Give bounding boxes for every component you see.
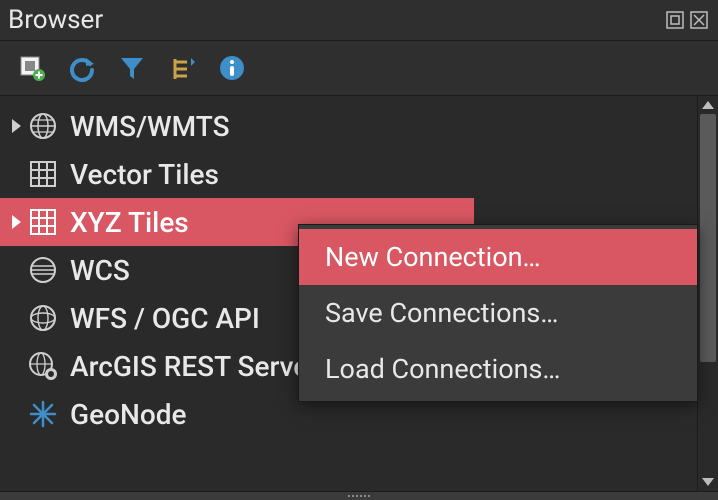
browser-toolbar xyxy=(0,41,718,95)
panel-resize-grip[interactable] xyxy=(0,491,718,500)
context-menu-item-label: Save Connections… xyxy=(325,297,558,329)
scroll-up-icon[interactable] xyxy=(698,96,718,114)
scroll-thumb[interactable] xyxy=(700,114,716,362)
filter-icon[interactable] xyxy=(118,54,146,82)
grid-icon xyxy=(26,157,60,191)
context-menu-item-label: Load Connections… xyxy=(325,353,561,385)
tree-item-label: Vector Tiles xyxy=(70,158,219,191)
tree-item-wms-wmts[interactable]: WMS/WMTS xyxy=(0,102,697,150)
collapse-all-icon[interactable] xyxy=(168,54,196,82)
panel-titlebar: Browser xyxy=(0,0,718,41)
vertical-scrollbar[interactable] xyxy=(697,96,718,491)
close-panel-icon[interactable] xyxy=(690,11,708,29)
context-menu-load-connections[interactable]: Load Connections… xyxy=(299,341,697,397)
globe-wire-icon xyxy=(26,301,60,335)
tree-item-label: XYZ Tiles xyxy=(70,206,189,239)
expand-icon[interactable] xyxy=(12,215,21,229)
context-menu-save-connections[interactable]: Save Connections… xyxy=(299,285,697,341)
undock-icon[interactable] xyxy=(666,11,684,29)
scroll-down-icon[interactable] xyxy=(698,473,718,491)
context-menu-item-label: New Connection… xyxy=(325,241,541,273)
expand-icon[interactable] xyxy=(12,119,21,133)
tree-item-label: WFS / OGC API xyxy=(70,302,260,335)
browser-body: WMS/WMTS Vector Tiles xyxy=(0,95,718,491)
tree-item-label: GeoNode xyxy=(70,398,186,431)
tree-item-label: WCS xyxy=(70,254,130,287)
tree-item-label: WMS/WMTS xyxy=(70,110,230,143)
add-layer-icon[interactable] xyxy=(18,54,46,82)
tree-item-label: ArcGIS REST Servers xyxy=(70,350,333,383)
panel-window-buttons xyxy=(666,11,708,29)
context-menu: New Connection… Save Connections… Load C… xyxy=(298,224,698,402)
browser-panel: Browser xyxy=(0,0,718,500)
globe-lines-icon xyxy=(26,253,60,287)
properties-icon[interactable] xyxy=(218,54,246,82)
globe-grid-icon xyxy=(26,109,60,143)
refresh-icon[interactable] xyxy=(68,54,96,82)
tree-item-vector-tiles[interactable]: Vector Tiles xyxy=(0,150,697,198)
globe-badge-icon xyxy=(26,349,60,383)
snowflake-icon xyxy=(26,397,60,431)
panel-title: Browser xyxy=(8,5,103,35)
grid-red-icon xyxy=(26,205,60,239)
context-menu-new-connection[interactable]: New Connection… xyxy=(299,229,697,285)
